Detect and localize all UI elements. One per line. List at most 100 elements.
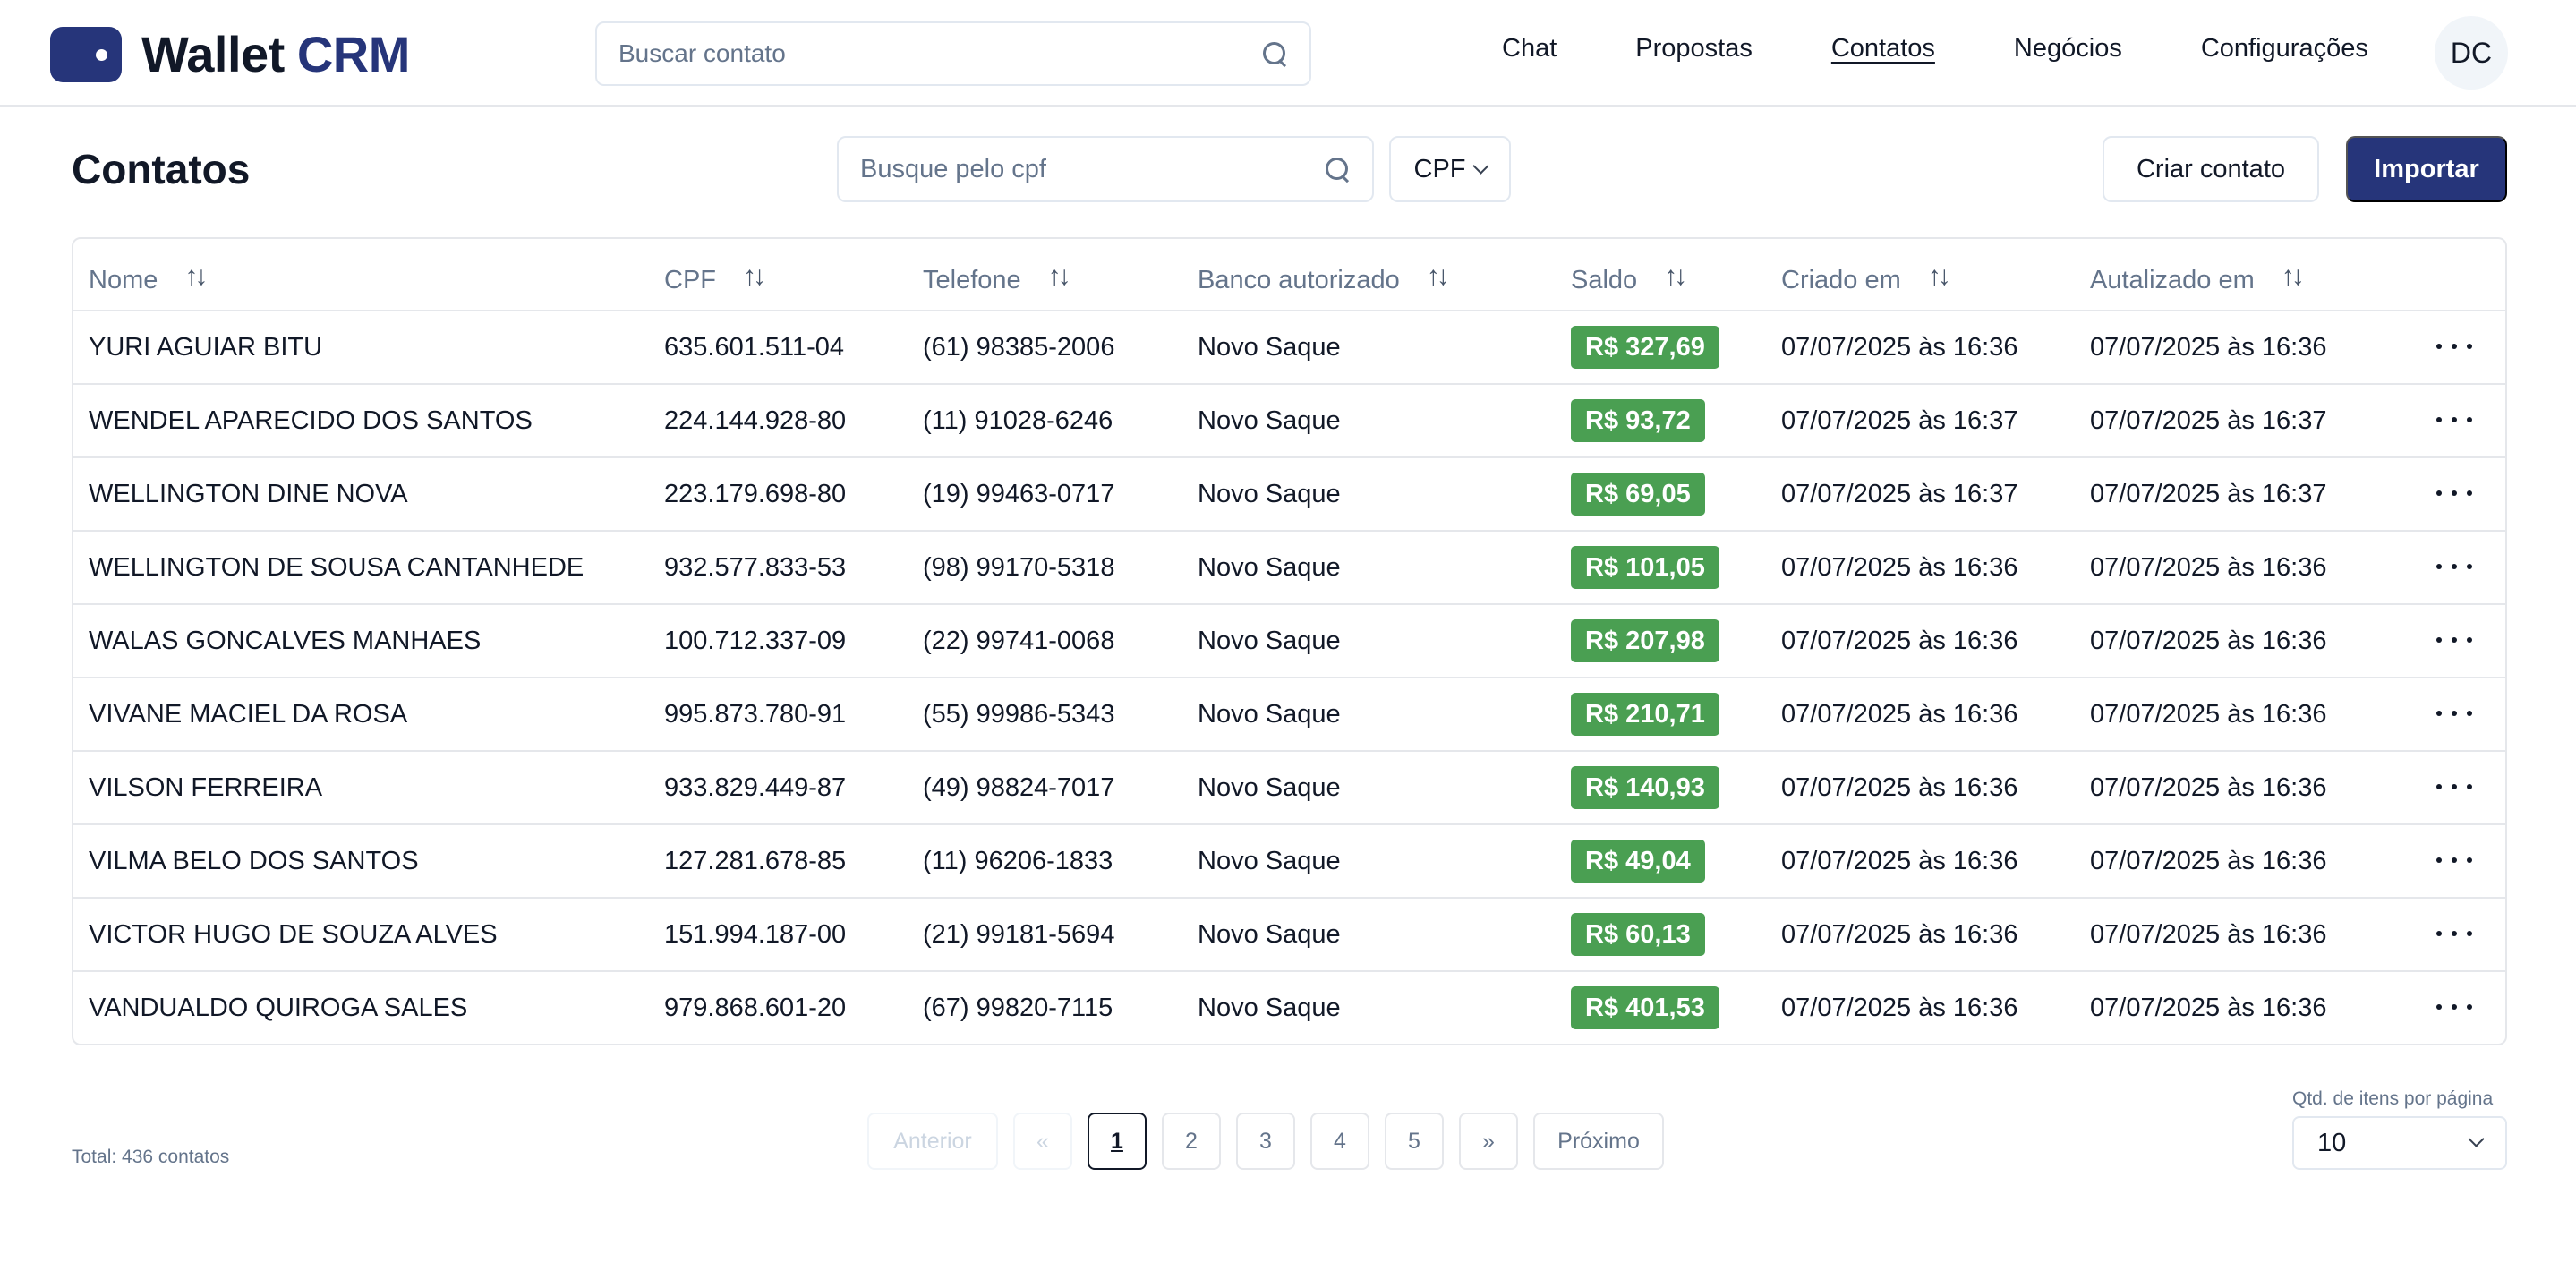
column-label: Autalizado em	[2090, 266, 2255, 294]
cell-banco: Novo Saque	[1198, 773, 1341, 802]
user-avatar[interactable]: DC	[2435, 16, 2508, 90]
cpf-search-input[interactable]	[860, 154, 1324, 184]
logo-accent: CRM	[296, 26, 411, 82]
nav-item-chat[interactable]: Chat	[1502, 34, 1557, 64]
per-page-label: Qtd. de itens por página	[2292, 1088, 2494, 1109]
saldo-badge: R$ 69,05	[1571, 473, 1705, 516]
cell-telefone: (98) 99170-5318	[923, 553, 1115, 582]
contact-search-input[interactable]	[618, 39, 1261, 68]
table-row[interactable]: VANDUALDO QUIROGA SALES 979.868.601-20 (…	[73, 972, 2505, 1044]
search-field-value: CPF	[1413, 154, 1466, 183]
column-label: CPF	[664, 266, 716, 294]
search-field-select[interactable]: CPF	[1389, 136, 1511, 202]
page-button-5[interactable]: 5	[1385, 1113, 1444, 1170]
wallet-icon	[50, 26, 122, 82]
more-horizontal-icon[interactable]	[2436, 480, 2472, 507]
sort-icon[interactable]: ↑↓	[1664, 261, 1687, 292]
contacts-table: Nome ↑↓ CPF ↑↓ Telefone ↑↓ Banco autorizado…	[72, 237, 2507, 1045]
cell-nome: VILMA BELO DOS SANTOS	[89, 847, 419, 875]
nav-item-configuracoes[interactable]: Configurações	[2201, 34, 2368, 64]
column-header-criado[interactable]: Criado em ↑↓	[1781, 261, 1951, 295]
cell-atualizado: 07/07/2025 às 16:36	[2090, 333, 2327, 362]
previous-page-button[interactable]: Anterior	[867, 1113, 998, 1170]
more-horizontal-icon[interactable]	[2436, 920, 2472, 947]
table-row[interactable]: YURI AGUIAR BITU 635.601.511-04 (61) 983…	[73, 311, 2505, 385]
cell-nome: VIVANE MACIEL DA ROSA	[89, 700, 408, 729]
column-header-nome[interactable]: Nome ↑↓	[89, 261, 208, 295]
sort-icon[interactable]: ↑↓	[1048, 261, 1071, 292]
create-contact-button[interactable]: Criar contato	[2103, 136, 2319, 202]
page-button-1[interactable]: 1	[1088, 1113, 1147, 1170]
table-row[interactable]: WENDEL APARECIDO DOS SANTOS 224.144.928-…	[73, 385, 2505, 458]
table-row[interactable]: VILSON FERREIRA 933.829.449-87 (49) 9882…	[73, 752, 2505, 825]
nav-item-propostas[interactable]: Propostas	[1635, 34, 1753, 64]
sort-icon[interactable]: ↑↓	[184, 261, 208, 292]
more-horizontal-icon[interactable]	[2436, 553, 2472, 580]
table-row[interactable]: WALAS GONCALVES MANHAES 100.712.337-09 (…	[73, 605, 2505, 678]
nav-item-contatos[interactable]: Contatos	[1831, 34, 1935, 64]
more-horizontal-icon[interactable]	[2436, 406, 2472, 433]
pagination: Anterior « 1 2 3 4 5 » Próximo	[867, 1113, 1679, 1170]
cell-cpf: 100.712.337-09	[664, 627, 847, 655]
more-horizontal-icon[interactable]	[2436, 700, 2472, 727]
column-header-cpf[interactable]: CPF ↑↓	[664, 261, 766, 295]
more-horizontal-icon[interactable]	[2436, 333, 2472, 360]
main-nav: Chat Propostas Contatos Negócios Configu…	[1502, 34, 2447, 64]
cell-atualizado: 07/07/2025 às 16:37	[2090, 406, 2327, 435]
saldo-badge: R$ 49,04	[1571, 840, 1705, 883]
per-page-value: 10	[2317, 1128, 2347, 1157]
cell-atualizado: 07/07/2025 às 16:36	[2090, 700, 2327, 729]
saldo-badge: R$ 93,72	[1571, 399, 1705, 442]
nav-item-negocios[interactable]: Negócios	[2014, 34, 2122, 64]
page-button-2[interactable]: 2	[1162, 1113, 1221, 1170]
sort-icon[interactable]: ↑↓	[743, 261, 766, 292]
cell-cpf: 932.577.833-53	[664, 553, 847, 582]
saldo-badge: R$ 60,13	[1571, 913, 1705, 956]
global-search-box	[595, 21, 1311, 86]
per-page-select[interactable]: 10	[2292, 1116, 2507, 1170]
cell-nome: WALAS GONCALVES MANHAES	[89, 627, 482, 655]
table-header: Nome ↑↓ CPF ↑↓ Telefone ↑↓ Banco autorizado…	[73, 239, 2505, 311]
next-page-button[interactable]: Próximo	[1533, 1113, 1664, 1170]
table-row[interactable]: VIVANE MACIEL DA ROSA 995.873.780-91 (55…	[73, 678, 2505, 752]
import-button[interactable]: Importar	[2346, 136, 2507, 202]
saldo-badge: R$ 401,53	[1571, 986, 1719, 1029]
cell-telefone: (22) 99741-0068	[923, 627, 1115, 655]
sort-icon[interactable]: ↑↓	[1427, 261, 1450, 292]
cell-nome: VANDUALDO QUIROGA SALES	[89, 994, 468, 1022]
more-horizontal-icon[interactable]	[2436, 627, 2472, 653]
cell-telefone: (55) 99986-5343	[923, 700, 1115, 729]
cell-nome: YURI AGUIAR BITU	[89, 333, 323, 362]
column-header-atualizado[interactable]: Autalizado em ↑↓	[2090, 261, 2305, 295]
table-row[interactable]: VICTOR HUGO DE SOUZA ALVES 151.994.187-0…	[73, 899, 2505, 972]
sort-icon[interactable]: ↑↓	[1928, 261, 1951, 292]
more-horizontal-icon[interactable]	[2436, 847, 2472, 874]
cell-telefone: (19) 99463-0717	[923, 480, 1115, 508]
app-logo[interactable]: Wallet CRM	[50, 25, 410, 83]
saldo-badge: R$ 210,71	[1571, 693, 1719, 736]
search-icon[interactable]	[1324, 156, 1351, 183]
cell-cpf: 151.994.187-00	[664, 920, 847, 949]
table-row[interactable]: WELLINGTON DE SOUSA CANTANHEDE 932.577.8…	[73, 532, 2505, 605]
table-row[interactable]: VILMA BELO DOS SANTOS 127.281.678-85 (11…	[73, 825, 2505, 899]
table-row[interactable]: WELLINGTON DINE NOVA 223.179.698-80 (19)…	[73, 458, 2505, 532]
cell-atualizado: 07/07/2025 às 16:36	[2090, 553, 2327, 582]
cell-nome: VILSON FERREIRA	[89, 773, 323, 802]
more-horizontal-icon[interactable]	[2436, 773, 2472, 800]
last-page-button[interactable]: »	[1459, 1113, 1518, 1170]
search-icon[interactable]	[1261, 40, 1288, 67]
page-button-3[interactable]: 3	[1236, 1113, 1295, 1170]
column-header-banco[interactable]: Banco autorizado ↑↓	[1198, 261, 1450, 295]
more-horizontal-icon[interactable]	[2436, 994, 2472, 1020]
column-header-telefone[interactable]: Telefone ↑↓	[923, 261, 1071, 295]
cell-criado: 07/07/2025 às 16:36	[1781, 773, 2018, 802]
cell-cpf: 635.601.511-04	[664, 333, 845, 362]
page-button-4[interactable]: 4	[1310, 1113, 1369, 1170]
column-header-saldo[interactable]: Saldo ↑↓	[1571, 261, 1687, 295]
saldo-badge: R$ 140,93	[1571, 766, 1719, 809]
first-page-button[interactable]: «	[1013, 1113, 1072, 1170]
cell-banco: Novo Saque	[1198, 333, 1341, 362]
top-navbar: WalletCRM Chat Propostas Contatos Negóci…	[0, 0, 2576, 107]
sort-icon[interactable]: ↑↓	[2282, 261, 2305, 292]
cell-atualizado: 07/07/2025 às 16:36	[2090, 847, 2327, 875]
